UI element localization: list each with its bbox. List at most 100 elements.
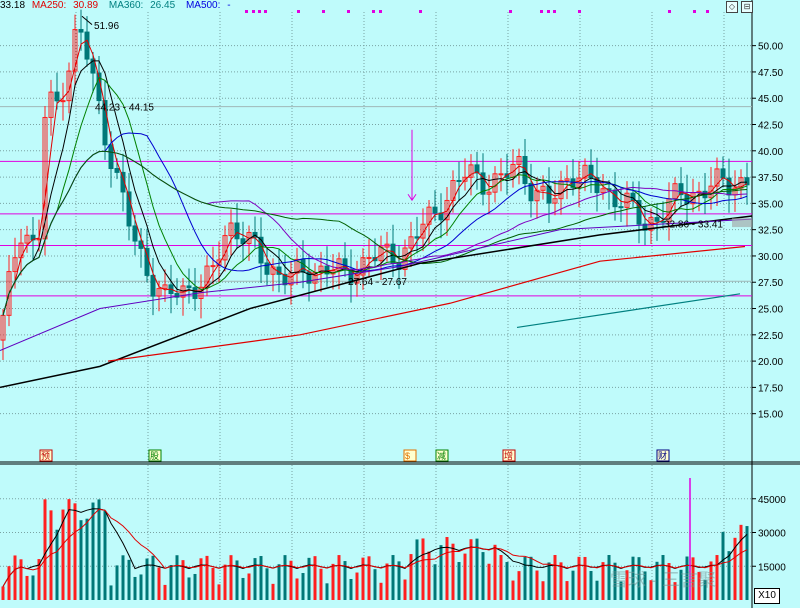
y-tick-label: 27.50: [758, 278, 783, 289]
volume-bar: [409, 554, 413, 600]
volume-bar: [319, 568, 323, 600]
annotation-recent: 32.86 - 33.41: [664, 219, 723, 230]
volume-bar: [109, 585, 113, 600]
volume-bar: [223, 564, 227, 600]
volume-bar: [517, 571, 521, 600]
volume-bar: [217, 584, 221, 600]
volume-bar: [721, 531, 725, 600]
candle-body: [414, 236, 420, 239]
volume-tick-label: 15000: [758, 562, 786, 573]
volume-bar: [577, 556, 581, 600]
chart-window: 33.18 MA250: 30.89 MA360: 26.45 MA500: -…: [0, 0, 800, 608]
volume-bar: [259, 556, 263, 600]
signal-dot: [379, 10, 382, 13]
annotation-range: 44.23 - 44.15: [95, 103, 154, 114]
volume-bar: [271, 583, 275, 600]
volume-bar: [745, 526, 749, 600]
moving-average-line: [2, 150, 748, 316]
expand-diamond-button[interactable]: ◇: [726, 1, 738, 13]
volume-bar: [439, 545, 443, 600]
volume-bar: [133, 576, 137, 600]
signal-dot: [547, 10, 550, 13]
volume-bar: [529, 556, 533, 600]
y-tick-label: 17.50: [758, 383, 783, 394]
volume-bar: [211, 567, 215, 600]
candle-body: [366, 257, 372, 260]
volume-bar: [103, 510, 107, 600]
volume-bar: [535, 570, 539, 600]
volume-bar: [727, 551, 731, 600]
candle-body: [456, 180, 462, 183]
candle-body: [114, 168, 120, 173]
volume-bar: [541, 581, 545, 600]
candle-body: [618, 206, 624, 209]
volume-bar: [553, 555, 557, 600]
candle-body: [432, 206, 438, 214]
volume-bar: [427, 551, 431, 600]
volume-bar: [547, 562, 551, 600]
candle-body: [54, 91, 60, 102]
volume-bar: [139, 574, 143, 600]
volume-bar: [337, 555, 341, 600]
signal-dot: [706, 10, 709, 13]
volume-bar: [469, 539, 473, 600]
collapse-button[interactable]: ⊟: [741, 1, 753, 13]
volume-bar: [385, 563, 389, 600]
volume-bar: [313, 556, 317, 600]
signal-dot: [693, 10, 696, 13]
candle-body: [234, 222, 240, 240]
volume-bar: [7, 566, 11, 600]
volume-bar: [55, 529, 59, 600]
candle-body: [84, 31, 90, 60]
event-marker: 预: [41, 451, 50, 461]
volume-multiplier[interactable]: X10: [754, 588, 780, 604]
volume-bar: [325, 583, 329, 600]
candle-body: [528, 183, 534, 202]
volume-bar: [229, 555, 233, 600]
volume-bar: [13, 555, 17, 600]
y-tick-label: 32.50: [758, 226, 783, 237]
volume-bar: [163, 584, 167, 600]
chart-canvas[interactable]: 15.00 17.50 20.00 22.50 25.00 27.50 30.00 32.50…: [0, 0, 800, 608]
volume-bar: [265, 568, 269, 600]
volume-bar: [559, 562, 563, 600]
volume-bar: [349, 578, 353, 600]
volume-bar: [511, 580, 515, 600]
volume-bar: [463, 553, 467, 600]
volume-bar: [493, 544, 497, 600]
signal-dot: [540, 10, 543, 13]
y-tick-label: 47.50: [758, 68, 783, 79]
y-tick-label: 22.50: [758, 331, 783, 342]
volume-bar: [457, 562, 461, 600]
volume-bar: [79, 520, 83, 600]
volume-bar: [373, 569, 377, 600]
annotation-high: 51.96: [94, 21, 119, 32]
candle-body: [498, 173, 504, 176]
signal-dot: [509, 10, 512, 13]
signal-dot: [252, 10, 255, 13]
candle-body: [300, 258, 306, 273]
volume-bar: [151, 555, 155, 600]
volume-bar: [355, 572, 359, 600]
candle-body: [612, 189, 618, 208]
volume-bar: [97, 499, 101, 600]
volume-bar: [331, 563, 335, 600]
volume-bar: [115, 565, 119, 600]
candle-body: [150, 274, 156, 297]
signal-dot: [297, 10, 300, 13]
signal-dot: [245, 10, 248, 13]
volume-bar: [193, 573, 197, 600]
y-tick-label: 30.00: [758, 252, 783, 263]
signal-dot: [264, 10, 267, 13]
volume-bar: [379, 582, 383, 600]
volume-bar: [481, 552, 485, 600]
volume-bar: [295, 578, 299, 600]
volume-bar: [157, 567, 161, 600]
y-tick-label: 40.00: [758, 147, 783, 158]
volume-bar: [175, 555, 179, 600]
volume-bar: [247, 573, 251, 600]
y-tick-label: 50.00: [758, 42, 783, 53]
event-marker: 增: [504, 450, 513, 461]
ma360-line: [516, 293, 741, 329]
signal-dot: [347, 10, 350, 13]
